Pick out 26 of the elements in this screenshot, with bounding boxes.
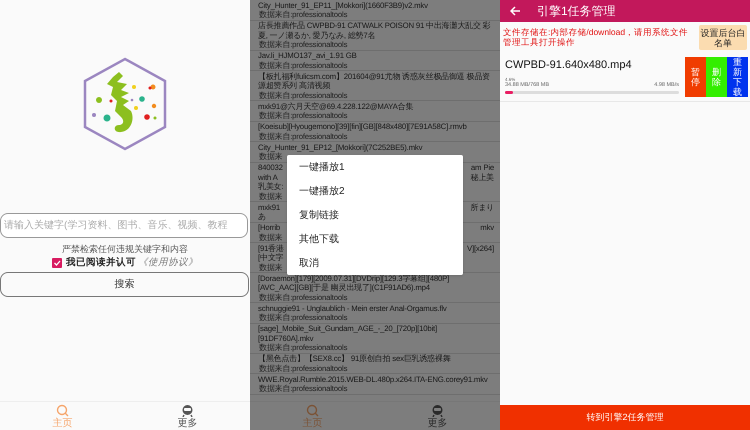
menu-item[interactable]: 其他下载 [287, 227, 463, 251]
warning-text: 严禁检索任何违规关键字和内容 [61, 243, 189, 255]
nav-tab[interactable]: 更多 [375, 402, 500, 430]
robot-icon [181, 404, 194, 416]
search-icon [306, 404, 319, 416]
engine2-button[interactable]: 转到引擎2任务管理 [500, 405, 750, 430]
search-button[interactable]: 搜索 [0, 272, 249, 297]
menu-item[interactable]: 一键播放1 [287, 155, 463, 179]
whitelist-button[interactable]: 设置后台白名单 [699, 25, 747, 50]
agreement-checkbox[interactable] [52, 258, 62, 268]
action-button[interactable]: 重新下载 [727, 57, 748, 97]
agreement-link[interactable]: 《使用协议》 [138, 257, 198, 269]
menu-item[interactable]: 复制链接 [287, 203, 463, 227]
search-icon [56, 404, 69, 416]
search-field[interactable]: 请输入关键字(学习资料、图书、音乐、视频、教程 [0, 213, 248, 238]
action-button[interactable]: 暂停 [685, 57, 706, 97]
nav-tab[interactable]: 更多 [125, 402, 250, 430]
agreement-text: 我已阅读并认可 [66, 257, 136, 269]
file-name: CWPBD-91.640x480.mp4 [505, 58, 633, 72]
robot-icon [431, 404, 444, 416]
screen-title: 引擎1任务管理 [537, 3, 616, 20]
storage-notice: 文件存储在:内部存储/download，请用系统文件管理工具打开操作 [503, 27, 690, 47]
check-icon [53, 259, 61, 267]
back-arrow-icon [510, 6, 521, 16]
menu-item[interactable]: 取消 [287, 251, 463, 275]
menu-item[interactable]: 一键播放2 [287, 179, 463, 203]
